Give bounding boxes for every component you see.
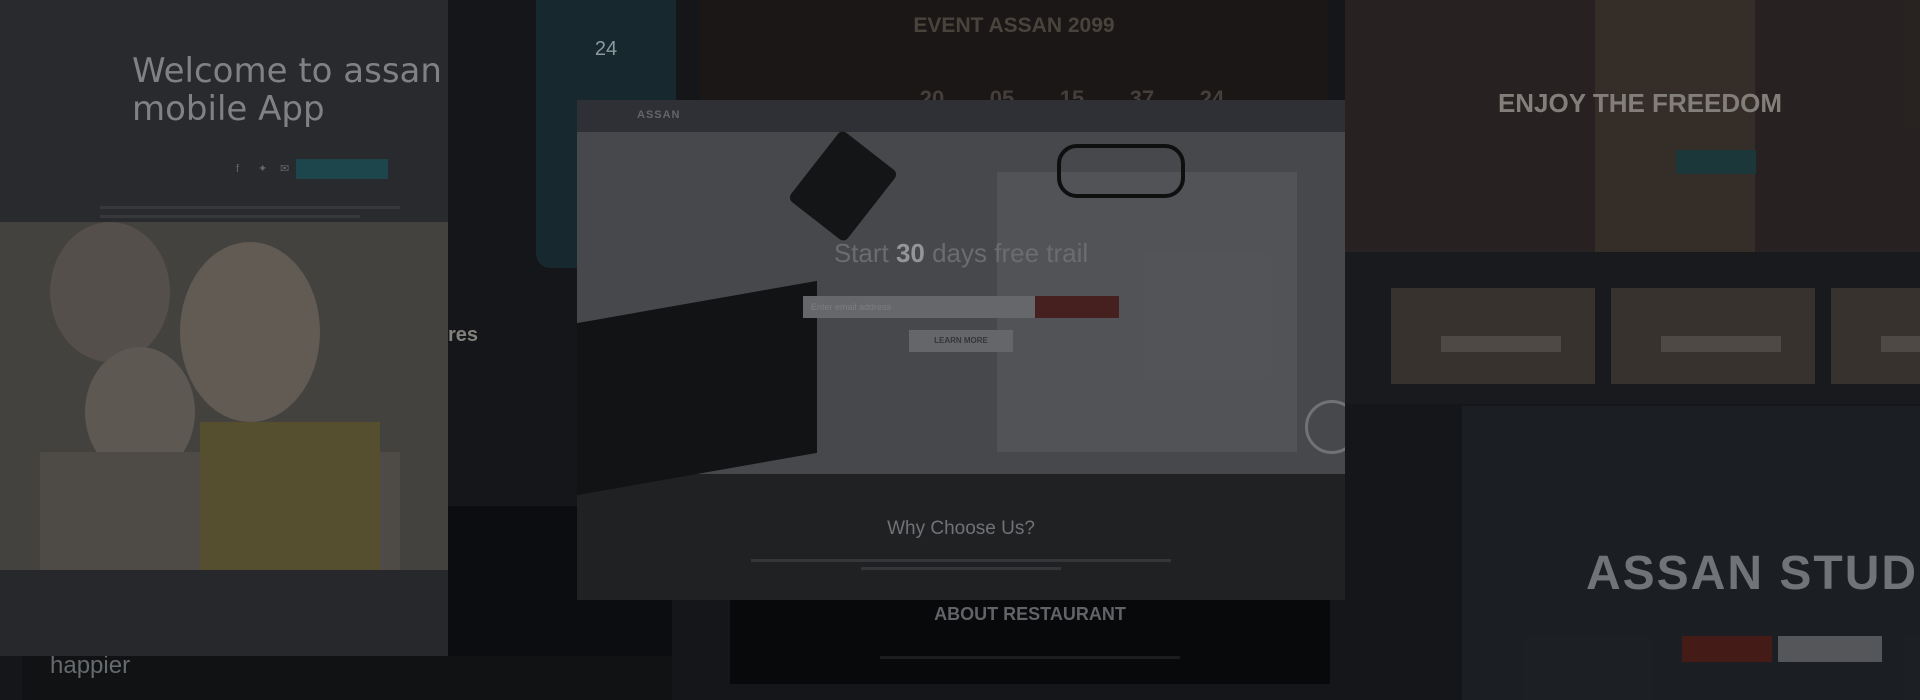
freedom-preview: ENJOY THE FREEDOM	[1345, 0, 1920, 252]
happier-section	[0, 570, 448, 656]
countdown-value: 05	[989, 86, 1015, 100]
phone-graphic	[787, 129, 899, 243]
clock-graphic	[1305, 400, 1345, 454]
app-welcome-title: Welcome to assan mobile App	[132, 51, 442, 129]
side-nav-item[interactable]	[1345, 427, 1465, 450]
studio-title: ASSAN STUD	[1586, 547, 1919, 600]
mobile-app-preview: Welcome to assan mobile App f ✦ ✉	[0, 0, 448, 656]
restaurant-title: ABOUT RESTAURANT	[934, 604, 1126, 624]
event-title: EVENT ASSAN 2099	[913, 14, 1115, 37]
side-nav-list	[1345, 404, 1465, 564]
phone-number: 24	[594, 38, 618, 60]
thumb-caption	[1661, 336, 1781, 352]
email-input[interactable]: Enter email address	[803, 296, 1035, 318]
hero-headline: Start 30 days free trail	[577, 238, 1345, 269]
happier-strip: happier	[22, 656, 672, 700]
side-nav-item[interactable]	[1345, 450, 1465, 473]
shopper-photo	[1595, 0, 1755, 252]
mail-icon[interactable]: ✉	[280, 163, 292, 175]
tablet-graphic	[577, 280, 817, 496]
studio-secondary-button[interactable]	[1778, 636, 1882, 662]
countdown-value: 37	[1129, 86, 1155, 100]
portfolio-thumb[interactable]	[1391, 288, 1595, 384]
restaurant-subtext	[880, 656, 1180, 659]
template-navbar: ASSAN	[577, 100, 1345, 132]
portfolio-thumb[interactable]	[1611, 288, 1815, 384]
thumb-caption	[1881, 336, 1920, 352]
headline-number: 30	[895, 238, 925, 268]
family-illustration	[40, 222, 400, 570]
thumb-caption	[1441, 336, 1561, 352]
app-cta-button[interactable]	[296, 159, 388, 179]
headline-suffix: days free trail	[924, 238, 1089, 268]
freedom-button[interactable]	[1676, 150, 1756, 174]
happier-text: happier	[50, 656, 131, 679]
side-nav-item[interactable]	[1345, 473, 1465, 496]
side-nav-item[interactable]	[1345, 496, 1465, 519]
restaurant-preview: ABOUT RESTAURANT	[730, 600, 1330, 684]
glasses-graphic	[1057, 144, 1185, 198]
studio-preview: ASSAN STUD	[1462, 406, 1920, 700]
learn-more-button[interactable]: LEARN MORE	[909, 330, 1013, 352]
twitter-icon[interactable]: ✦	[258, 163, 270, 175]
template-logo[interactable]: ASSAN	[637, 109, 681, 121]
why-choose-subtext	[737, 554, 1185, 578]
template-hero: Start 30 days free trail Enter email add…	[577, 129, 1345, 496]
central-template-preview: ASSAN Start 30 days free trail Enter ema…	[577, 100, 1345, 600]
event-preview: EVENT ASSAN 2099 20 05 15 37 24	[700, 0, 1328, 100]
countdown-value: 24	[1199, 86, 1225, 100]
subscribe-button[interactable]	[1035, 296, 1119, 318]
why-choose-title: Why Choose Us?	[887, 518, 1035, 539]
side-nav-item[interactable]	[1345, 404, 1465, 427]
countdown-value: 20	[919, 86, 945, 100]
studio-primary-button[interactable]	[1682, 636, 1772, 662]
facebook-icon[interactable]: f	[236, 163, 248, 175]
social-icons: f ✦ ✉	[236, 163, 292, 175]
freedom-title: ENJOY THE FREEDOM	[1497, 88, 1783, 118]
countdown-value: 15	[1059, 86, 1085, 100]
side-nav-item[interactable]	[1345, 519, 1465, 542]
family-photo	[0, 222, 448, 570]
event-countdown: 20 05 15 37 24	[906, 86, 1238, 100]
headline-prefix: Start	[833, 238, 896, 268]
portfolio-thumb[interactable]	[1831, 288, 1920, 384]
portfolio-thumbnails	[1345, 252, 1920, 404]
features-heading-fragment: res	[448, 324, 479, 346]
